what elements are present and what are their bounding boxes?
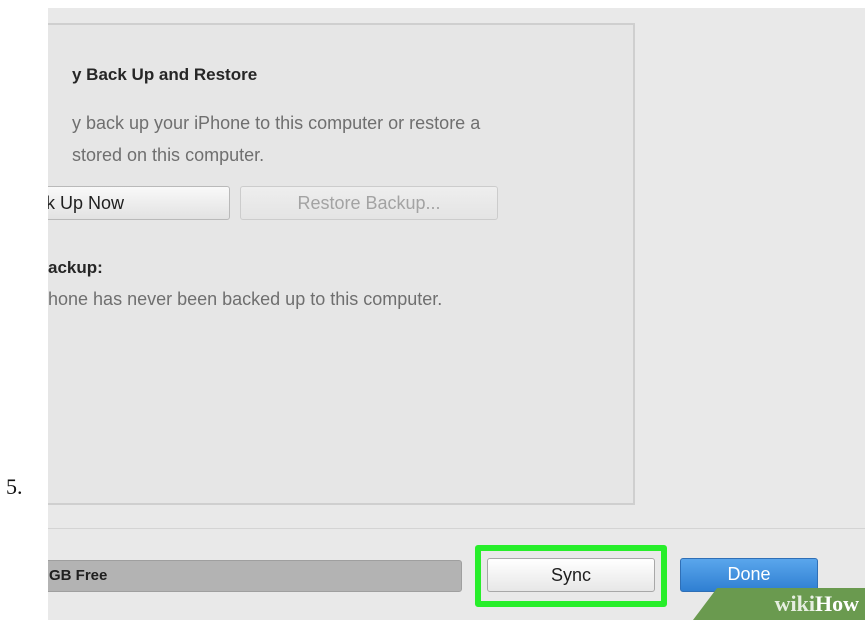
latest-backup-text: hone has never been backed up to this co… <box>48 289 443 309</box>
wikihow-how: How <box>815 591 859 616</box>
capacity-bar: GB Free <box>48 560 462 592</box>
itunes-screenshot: y Back Up and Restore y back up your iPh… <box>48 8 865 620</box>
back-up-now-button[interactable]: ck Up Now <box>48 186 230 220</box>
backup-description-line1: y back up your iPhone to this computer o… <box>72 113 481 133</box>
backup-description-line2: stored on this computer. <box>72 145 265 165</box>
done-button[interactable]: Done <box>680 558 818 592</box>
wikihow-wiki: wiki <box>774 591 815 616</box>
latest-backup-label: ackup: <box>48 258 103 277</box>
wikihow-watermark: wikiHow <box>693 588 865 620</box>
backup-description: y back up your iPhone to this computer o… <box>72 107 480 171</box>
restore-backup-button[interactable]: Restore Backup... <box>240 186 498 220</box>
step-number: 5. <box>6 474 23 499</box>
backup-restore-title: y Back Up and Restore <box>72 65 258 84</box>
footer-divider <box>48 528 865 529</box>
backup-panel <box>48 23 635 505</box>
sync-button[interactable]: Sync <box>487 558 655 592</box>
